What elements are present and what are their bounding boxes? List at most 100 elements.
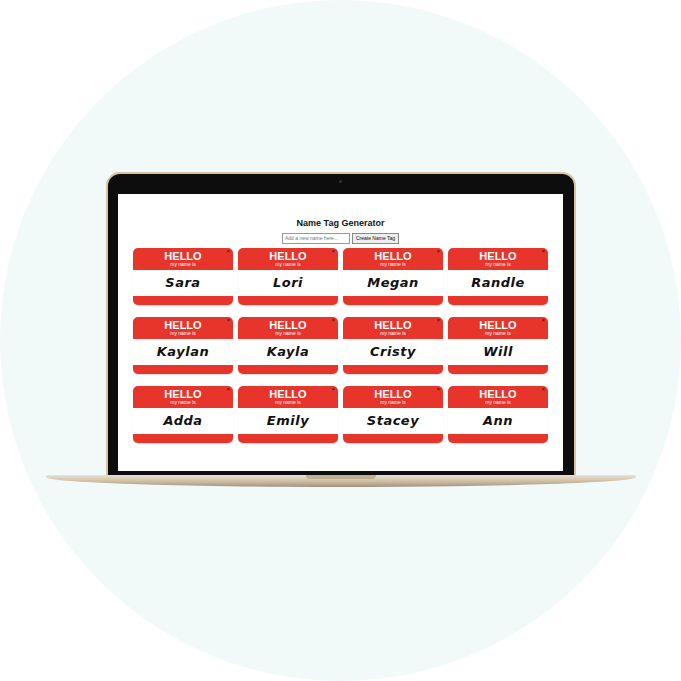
tag-name: Adda [163,413,202,428]
create-button[interactable]: Create Name Tag [352,233,399,244]
tag-grid: ×HELLOmy name isSara×HELLOmy name isLori… [133,248,548,443]
laptop-screen: Name Tag GeneratorCreate Name Tag×HELLOm… [118,194,563,471]
tag-subtitle: my name is [275,331,301,339]
tag-subtitle: my name is [170,331,196,339]
tag-greeting: HELLO [479,388,516,400]
tag-header: ×HELLOmy name is [238,386,338,408]
name-tag: × HELLOmy name is Kaylan [133,317,233,374]
laptop-base [46,475,636,487]
delete-button[interactable]: × [331,317,335,323]
tag-header: × HELLOmy name is [343,248,443,270]
tag-greeting: HELLO [164,388,201,400]
tag-name: Lori [273,275,303,290]
tag-greeting: HELLO [374,319,411,331]
tag-name-area: Emily [238,408,338,434]
tag-header: × HELLOmy name is [133,317,233,339]
tag-name-area: Will [448,339,548,365]
tag-name-area: Lori [238,270,338,296]
name-form: Create Name Tag [282,233,399,244]
tag-subtitle: my name is [485,400,511,408]
tag-name: Kaylan [157,344,209,359]
tag-name-area: Cristy [343,339,443,365]
tag-name-area: Megan [343,270,443,296]
tag-name-area: Stacey [343,408,443,434]
tag-subtitle: my name is [275,262,301,270]
delete-button[interactable]: × [331,248,335,254]
tag-header: × HELLOmy name is [448,248,548,270]
delete-button[interactable]: × [436,248,440,254]
tag-footer [343,296,443,305]
tag-name: Ann [483,413,513,428]
delete-button[interactable]: × [436,386,440,392]
tag-greeting: HELLO [269,319,306,331]
tag-greeting: HELLO [164,250,201,262]
tag-name-area: Kayla [238,339,338,365]
tag-name-area: Kaylan [133,339,233,365]
delete-button[interactable]: × [436,317,440,323]
name-tag: × HELLOmy name isMegan [343,248,443,305]
tag-footer [343,365,443,374]
tag-footer [343,434,443,443]
page: Name Tag GeneratorCreate Name Tag×HELLOm… [0,0,681,681]
name-tag: × HELLOmy name is Sara [133,248,233,305]
tag-footer [133,434,233,443]
name-tag: × HELLOmy name is Lori [238,248,338,305]
name-tag: × HELLOmy name is Ann [448,386,548,443]
tag-name: Emily [267,413,309,428]
tag-name: Stacey [367,413,419,428]
tag-footer [238,296,338,305]
tag-header: × HELLOmy name is [448,386,548,408]
tag-footer [238,365,338,374]
name-tag: ×HELLOmy name is Emily [238,386,338,443]
tag-name-area: Randle [448,270,548,296]
name-tag: × HELLOmy name is Kayla [238,317,338,374]
tag-header: × HELLOmy name is [133,386,233,408]
background-circle: Name Tag GeneratorCreate Name Tag×HELLOm… [0,0,681,681]
tag-name-area: Adda [133,408,233,434]
delete-button[interactable]: × [541,248,545,254]
delete-button[interactable]: × [226,317,230,323]
camera-icon [339,180,342,183]
tag-subtitle: my name is [170,262,196,270]
delete-button[interactable]: × [541,386,545,392]
tag-footer [238,434,338,443]
tag-name-area: Sara [133,270,233,296]
tag-footer [133,296,233,305]
tag-name: Kayla [267,344,310,359]
tag-name: Randle [471,275,525,290]
tag-greeting: HELLO [479,250,516,262]
tag-subtitle: my name is [485,331,511,339]
tag-name: Sara [165,275,200,290]
delete-button[interactable]: × [541,317,545,323]
tag-greeting: HELLO [374,250,411,262]
tag-name: Cristy [370,344,416,359]
tag-subtitle: my name is [170,400,196,408]
delete-button[interactable]: × [226,386,230,392]
name-tag: × HELLOmy name is Randle [448,248,548,305]
name-input[interactable] [282,233,350,244]
tag-subtitle: my name is [380,400,406,408]
tag-greeting: HELLO [269,250,306,262]
name-tag: ×HELLOmy name isCristy [343,317,443,374]
tag-header: × HELLOmy name is [238,248,338,270]
laptop-notch [306,475,376,479]
delete-button[interactable]: × [226,248,230,254]
tag-greeting: HELLO [374,388,411,400]
tag-footer [448,296,548,305]
tag-name: Will [483,344,513,359]
name-tag: × HELLOmy name is Will [448,317,548,374]
tag-header: × HELLOmy name is [133,248,233,270]
tag-name-area: Ann [448,408,548,434]
tag-subtitle: my name is [275,400,301,408]
tag-greeting: HELLO [479,319,516,331]
delete-button[interactable]: × [331,386,335,392]
tag-footer [448,434,548,443]
tag-header: × HELLOmy name is [238,317,338,339]
tag-greeting: HELLO [164,319,201,331]
tag-header: × HELLOmy name is [343,386,443,408]
name-tag: × HELLOmy name is Adda [133,386,233,443]
tag-subtitle: my name is [380,262,406,270]
name-tag: × HELLOmy name is Stacey [343,386,443,443]
laptop-lid: Name Tag GeneratorCreate Name Tag×HELLOm… [106,172,576,475]
tag-subtitle: my name is [485,262,511,270]
